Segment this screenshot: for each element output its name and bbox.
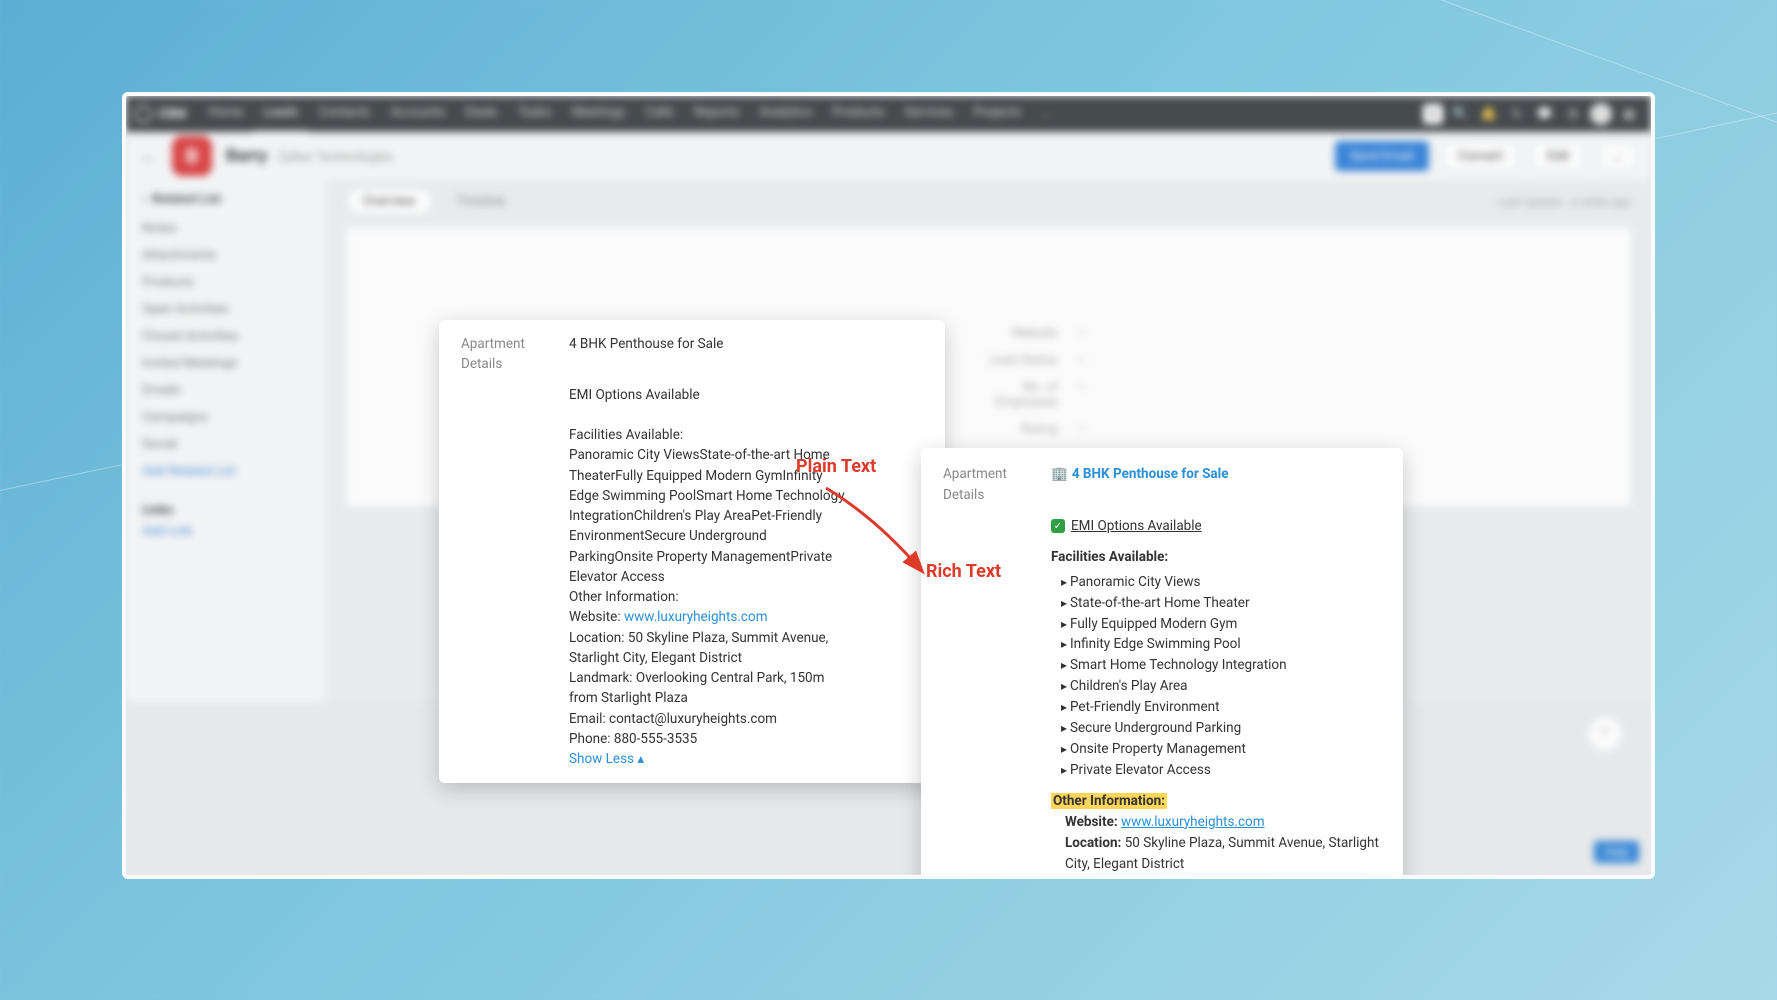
sidebar-item-open-activities[interactable]: Open Activities xyxy=(142,296,310,323)
related-list-heading: ‹Related List xyxy=(142,192,310,207)
tab-timeline[interactable]: Timeline xyxy=(439,188,523,215)
website-line: Website: www.luxuryheights.com xyxy=(569,607,849,627)
facility-item: Children's Play Area xyxy=(1061,676,1381,697)
nav-meetings[interactable]: Meetings xyxy=(562,95,636,133)
add-link[interactable]: Add Link xyxy=(142,518,310,545)
apps-icon[interactable]: ▦ xyxy=(1615,96,1643,132)
nav-analytics[interactable]: Analytics xyxy=(749,95,822,133)
website-link[interactable]: www.luxuryheights.com xyxy=(624,609,768,625)
brand-logo-icon xyxy=(134,105,152,123)
facility-item: Private Elevator Access xyxy=(1061,760,1381,781)
sidebar-item-notes[interactable]: Notes xyxy=(142,215,310,242)
send-email-button[interactable]: Send Email xyxy=(1335,141,1430,171)
nav-tasks[interactable]: Tasks xyxy=(507,95,561,133)
emi-line: ✓EMI Options Available xyxy=(1051,516,1381,537)
more-actions-button[interactable]: … xyxy=(1598,141,1637,171)
nav-accounts[interactable]: Accounts xyxy=(380,95,455,133)
related-list-sidebar: ‹Related List NotesAttachmentsProductsOp… xyxy=(126,180,326,702)
field-label: Apartment Details xyxy=(943,464,1051,506)
brand: CRM xyxy=(134,105,186,123)
sidebar-item-invited-meetings[interactable]: Invited Meetings xyxy=(142,350,310,377)
record-header: ← B Barry - Zylker Technologies Send Ema… xyxy=(126,132,1651,180)
convert-button[interactable]: Convert xyxy=(1443,141,1518,171)
facility-item: Secure Underground Parking xyxy=(1061,718,1381,739)
nav-calls[interactable]: Calls xyxy=(635,95,684,133)
chat-icon[interactable]: 💬 xyxy=(1531,96,1559,132)
bell-icon[interactable]: 🔔 xyxy=(1475,96,1503,132)
other-info-heading: Other Information: xyxy=(1051,793,1167,809)
facility-item: Onsite Property Management xyxy=(1061,739,1381,760)
nav-services[interactable]: Services xyxy=(894,95,963,133)
check-icon: ✓ xyxy=(1051,519,1065,533)
record-title: Barry - Zylker Technologies xyxy=(226,146,393,166)
nav-reports[interactable]: Reports xyxy=(684,95,749,133)
nav-contacts[interactable]: Contacts xyxy=(308,95,380,133)
nav-leads[interactable]: Leads xyxy=(253,95,308,133)
facility-item: Fully Equipped Modern Gym xyxy=(1061,614,1381,635)
sidebar-item-attachments[interactable]: Attachments xyxy=(142,242,310,269)
back-button[interactable]: ← xyxy=(140,146,158,167)
add-related-list-link[interactable]: Add Related List xyxy=(142,458,310,485)
other-heading: Other Information: xyxy=(569,587,849,607)
brand-text: CRM xyxy=(158,107,186,122)
new-button[interactable]: + xyxy=(1419,96,1447,132)
side-fields: Website— Lead Status— No. of Employees— … xyxy=(966,320,1086,443)
apartment-details-rich: Apartment Details 🏢4 BHK Penthouse for S… xyxy=(921,448,1403,879)
facility-item: Infinity Edge Swimming Pool xyxy=(1061,634,1381,655)
field-title: 4 BHK Penthouse for Sale xyxy=(569,334,723,375)
scroll-top-button[interactable]: ⌃ xyxy=(1587,716,1623,752)
facility-item: Pet-Friendly Environment xyxy=(1061,697,1381,718)
facility-item: Smart Home Technology Integration xyxy=(1061,655,1381,676)
nav-products[interactable]: Products xyxy=(822,95,894,133)
facilities-list: Panoramic City ViewsState-of-the-art Hom… xyxy=(1051,572,1381,781)
show-less-link[interactable]: Show Less ▴ xyxy=(569,749,849,769)
annotation-rich-text: Rich Text xyxy=(926,561,1001,582)
website-link[interactable]: www.luxuryheights.com xyxy=(1121,814,1265,830)
refresh-icon[interactable]: ↻ xyxy=(1503,96,1531,132)
nav-projects[interactable]: Projects xyxy=(963,95,1031,133)
top-nav: CRM HomeLeadsContactsAccountsDealsTasksM… xyxy=(126,96,1651,132)
facilities-heading: Facilities Available: xyxy=(569,425,849,445)
facilities-heading: Facilities Available: xyxy=(1051,547,1381,568)
record-avatar: B xyxy=(172,136,212,176)
sidebar-item-products[interactable]: Products xyxy=(142,269,310,296)
nav-more[interactable]: … xyxy=(1031,96,1060,132)
facility-item: State-of-the-art Home Theater xyxy=(1061,593,1381,614)
arrow-icon xyxy=(806,478,946,588)
phone-line: Phone: 880-555-3535 xyxy=(569,729,849,749)
search-icon[interactable]: 🔍 xyxy=(1447,96,1475,132)
help-button[interactable]: Help xyxy=(1594,841,1639,863)
sidebar-item-emails[interactable]: Emails xyxy=(142,377,310,404)
links-heading: Links xyxy=(142,503,310,518)
email-line: Email: contact@luxuryheights.com xyxy=(569,709,849,729)
gear-icon[interactable]: ⚙ xyxy=(1559,96,1587,132)
screenshot-frame: CRM HomeLeadsContactsAccountsDealsTasksM… xyxy=(122,92,1655,879)
emi-line: EMI Options Available xyxy=(569,385,849,405)
nav-home[interactable]: Home xyxy=(198,95,253,133)
location-line: Location: 50 Skyline Plaza, Summit Avenu… xyxy=(569,628,849,669)
tab-overview[interactable]: Overview xyxy=(346,188,433,215)
annotation-plain-text: Plain Text xyxy=(796,456,876,477)
sidebar-item-social[interactable]: Social xyxy=(142,431,310,458)
facility-item: Panoramic City Views xyxy=(1061,572,1381,593)
field-label: Apartment Details xyxy=(461,334,569,375)
landmark-line: Landmark: Overlooking Central Park, 150m… xyxy=(569,668,849,709)
edit-button[interactable]: Edit xyxy=(1532,141,1584,171)
last-update-label: Last Update : a while ago xyxy=(1498,195,1631,209)
nav-deals[interactable]: Deals xyxy=(455,95,507,133)
rich-title: 🏢4 BHK Penthouse for Sale xyxy=(1051,464,1229,506)
sidebar-item-closed-activities[interactable]: Closed Activities xyxy=(142,323,310,350)
building-icon: 🏢 xyxy=(1051,466,1068,482)
sidebar-item-campaigns[interactable]: Campaigns xyxy=(142,404,310,431)
user-avatar[interactable] xyxy=(1587,96,1615,132)
